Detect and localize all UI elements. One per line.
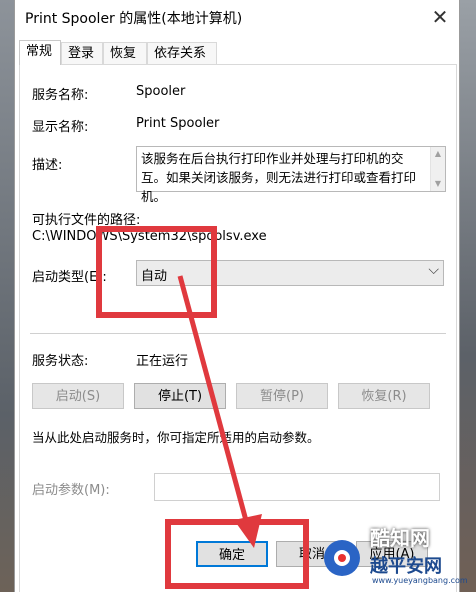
description-text: 该服务在后台执行打印作业并处理与打印机的交互。如果关闭该服务，则无法进行打印或查… (141, 151, 417, 204)
status-value: 正在运行 (136, 354, 189, 369)
title-bar: Print Spooler 的属性(本地计算机) ✕ (15, 0, 459, 36)
desktop-background-right (460, 0, 476, 592)
description-scrollbar[interactable]: ▲ ▼ (430, 147, 445, 191)
tab-logon[interactable]: 登录 (61, 42, 103, 64)
startup-param-input[interactable] (154, 473, 440, 501)
window-title: Print Spooler 的属性(本地计算机) (25, 11, 243, 27)
path-label: 可执行文件的路径: (32, 213, 141, 228)
chevron-down-icon[interactable]: ⌵ (428, 262, 439, 278)
path-value: C:\WINDOWS\System32\spoolsv.exe (32, 229, 267, 244)
tab-recovery[interactable]: 恢复 (103, 42, 147, 64)
display-name-label: 显示名称: (32, 120, 89, 135)
description-box[interactable]: 该服务在后台执行打印作业并处理与打印机的交互。如果关闭该服务，则无法进行打印或查… (136, 146, 446, 204)
tab-general[interactable]: 常规 (19, 40, 61, 65)
startup-param-hint: 当从此处启动服务时，你可指定所适用的启动参数。 (32, 430, 320, 445)
status-label: 服务状态: (32, 354, 89, 369)
stop-button[interactable]: 停止(T) (134, 383, 226, 409)
cancel-button[interactable]: 取消 (276, 541, 348, 567)
description-label: 描述: (32, 158, 63, 173)
service-properties-dialog: Print Spooler 的属性(本地计算机) ✕ 常规 登录 恢复 依存关系… (14, 0, 460, 592)
tab-dependencies[interactable]: 依存关系 (147, 42, 217, 64)
apply-button[interactable]: 应用(A) (356, 541, 428, 567)
startup-type-select[interactable]: 自动 ⌵ (136, 260, 444, 286)
display-name-value: Print Spooler (136, 116, 220, 131)
general-tab-panel: 服务名称: Spooler 显示名称: Print Spooler 描述: 该服… (19, 64, 457, 592)
resume-button[interactable]: 恢复(R) (338, 383, 430, 409)
start-button[interactable]: 启动(S) (32, 383, 124, 409)
scroll-up-icon[interactable]: ▲ (431, 147, 445, 161)
pause-button[interactable]: 暂停(P) (236, 383, 328, 409)
close-icon[interactable]: ✕ (427, 4, 453, 30)
startup-param-label: 启动参数(M): (32, 483, 110, 498)
startup-type-value: 自动 (141, 269, 168, 284)
desktop-background-left (0, 0, 14, 592)
separator (30, 333, 446, 334)
service-name-label: 服务名称: (32, 88, 89, 103)
startup-type-label: 启动类型(E): (32, 270, 107, 285)
ok-button[interactable]: 确定 (196, 541, 268, 567)
scroll-down-icon[interactable]: ▼ (431, 177, 445, 191)
service-name-value: Spooler (136, 84, 186, 99)
